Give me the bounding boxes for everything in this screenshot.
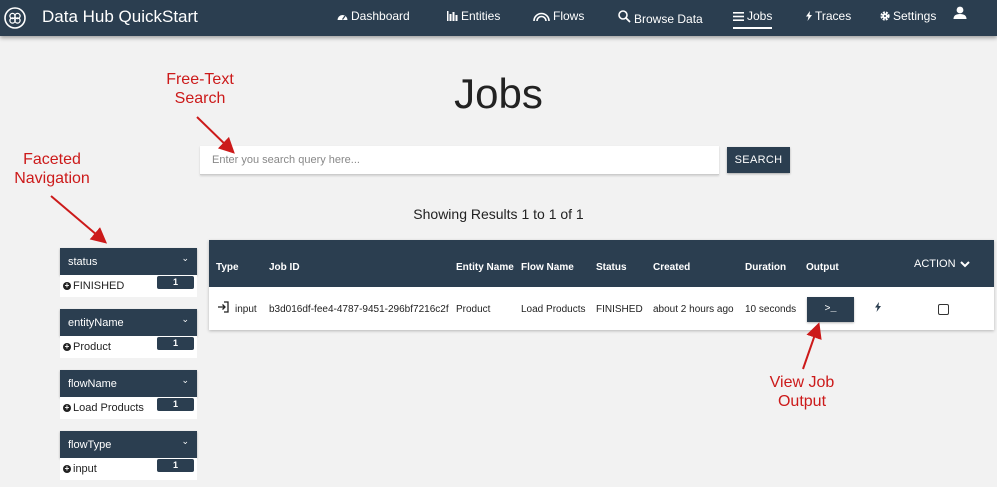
cell-job-id[interactable]: b3d016df-fee4-4787-9451-296bf7216c2f xyxy=(269,304,449,315)
user-icon[interactable] xyxy=(953,6,967,20)
facet-option[interactable]: + Product 1 xyxy=(60,336,197,358)
nav-jobs-label: Jobs xyxy=(747,9,773,23)
nav-traces[interactable]: Traces xyxy=(806,9,851,23)
view-output-button[interactable]: >_ xyxy=(807,297,854,322)
col-flow-name[interactable]: Flow Name xyxy=(521,262,574,273)
cell-entity-name: Product xyxy=(456,304,491,315)
search-button[interactable]: SEARCH xyxy=(727,147,790,173)
plus-circle-icon[interactable]: + xyxy=(63,465,71,473)
row-select-checkbox[interactable] xyxy=(938,304,949,315)
facet-title: entityName xyxy=(68,316,124,329)
logo-icon[interactable] xyxy=(3,6,27,30)
top-navbar: Data Hub QuickStart Dashboard Entities F… xyxy=(0,0,997,36)
nav-flows[interactable]: Flows xyxy=(533,9,584,23)
nav-entities[interactable]: Entities xyxy=(447,9,500,23)
results-summary: Showing Results 1 to 1 of 1 xyxy=(413,206,584,222)
facet-status: status ⌄ + FINISHED 1 xyxy=(60,248,197,297)
nav-traces-label: Traces xyxy=(815,9,852,23)
gear-icon xyxy=(880,11,890,21)
facet-flowtype: flowType ⌄ + input 1 xyxy=(60,431,197,480)
nav-flows-label: Flows xyxy=(553,9,585,23)
nav-settings-label: Settings xyxy=(893,9,937,23)
col-status[interactable]: Status xyxy=(596,262,627,273)
facet-option[interactable]: + FINISHED 1 xyxy=(60,275,197,297)
plus-circle-icon[interactable]: + xyxy=(63,282,71,290)
col-duration[interactable]: Duration xyxy=(745,262,786,273)
nav-settings[interactable]: Settings xyxy=(880,9,936,23)
annotation-faceted-navigation: Faceted Navigation xyxy=(14,151,90,187)
col-created[interactable]: Created xyxy=(653,262,690,273)
facet-count-badge: 1 xyxy=(157,459,194,472)
col-job-id[interactable]: Job ID xyxy=(269,262,300,273)
col-type[interactable]: Type xyxy=(216,262,239,273)
facet-option[interactable]: + input 1 xyxy=(60,458,197,480)
nav-dashboard[interactable]: Dashboard xyxy=(337,9,410,23)
facet-count-badge: 1 xyxy=(157,337,194,350)
facet-title: flowType xyxy=(68,438,112,451)
nav-dashboard-label: Dashboard xyxy=(351,9,410,23)
col-entity-name[interactable]: Entity Name xyxy=(456,262,514,273)
plus-circle-icon[interactable]: + xyxy=(63,404,71,412)
flows-icon xyxy=(533,12,550,21)
cell-duration: 10 seconds xyxy=(745,304,797,315)
facet-count-badge: 1 xyxy=(157,398,194,411)
chevron-down-icon[interactable]: ⌄ xyxy=(181,314,189,325)
chevron-down-icon[interactable]: ⌄ xyxy=(181,253,189,264)
search-input[interactable] xyxy=(200,146,719,175)
cell-created: about 2 hours ago xyxy=(653,304,734,315)
facet-flowname: flowName ⌄ + Load Products 1 xyxy=(60,370,197,419)
facet-title: status xyxy=(68,255,98,268)
nav-entities-label: Entities xyxy=(461,9,501,23)
facet-count-badge: 1 xyxy=(157,276,194,289)
col-output[interactable]: Output xyxy=(806,262,839,273)
facet-option-label: Product xyxy=(73,341,111,353)
cell-flow-name: Load Products xyxy=(521,304,586,315)
cell-status: FINISHED xyxy=(596,304,643,315)
bolt-icon[interactable] xyxy=(875,302,881,312)
facet-option-label: FINISHED xyxy=(73,280,125,292)
jobs-icon xyxy=(733,11,744,21)
facet-option[interactable]: + Load Products 1 xyxy=(60,397,197,419)
nav-browse-label: Browse Data xyxy=(634,12,703,26)
search-icon xyxy=(618,10,631,23)
facet-header[interactable]: entityName ⌄ xyxy=(60,309,197,336)
facet-header[interactable]: flowName ⌄ xyxy=(60,370,197,397)
facet-entityname: entityName ⌄ + Product 1 xyxy=(60,309,197,358)
facet-header[interactable]: flowType ⌄ xyxy=(60,431,197,458)
nav-jobs[interactable]: Jobs xyxy=(733,9,773,29)
chevron-down-icon[interactable]: ⌄ xyxy=(181,436,189,447)
facet-header[interactable]: status ⌄ xyxy=(60,248,197,275)
chevron-down-icon xyxy=(959,260,970,267)
facet-title: flowName xyxy=(68,377,117,390)
sign-in-icon xyxy=(218,301,229,313)
nav-browse-data[interactable]: Browse Data xyxy=(618,7,703,26)
cell-type: input xyxy=(235,304,257,315)
annotation-free-text-search: Free-Text Search xyxy=(166,71,234,107)
arrow-to-output xyxy=(802,322,822,370)
annotation-view-job-output: View Job Output xyxy=(769,374,835,410)
app-brand[interactable]: Data Hub QuickStart xyxy=(42,7,198,27)
table-row[interactable]: input b3d016df-fee4-4787-9451-296bf7216c… xyxy=(209,287,994,330)
entities-icon xyxy=(447,11,458,21)
bolt-icon xyxy=(806,11,812,21)
action-dropdown[interactable]: ACTION xyxy=(914,258,970,270)
facet-option-label: input xyxy=(73,463,97,475)
jobs-table: Type Job ID Entity Name Flow Name Status… xyxy=(209,240,994,330)
plus-circle-icon[interactable]: + xyxy=(63,343,71,351)
action-label: ACTION xyxy=(914,258,956,270)
facet-option-label: Load Products xyxy=(73,402,144,414)
dashboard-icon xyxy=(337,15,348,20)
table-header: Type Job ID Entity Name Flow Name Status… xyxy=(209,240,994,287)
chevron-down-icon[interactable]: ⌄ xyxy=(181,375,189,386)
